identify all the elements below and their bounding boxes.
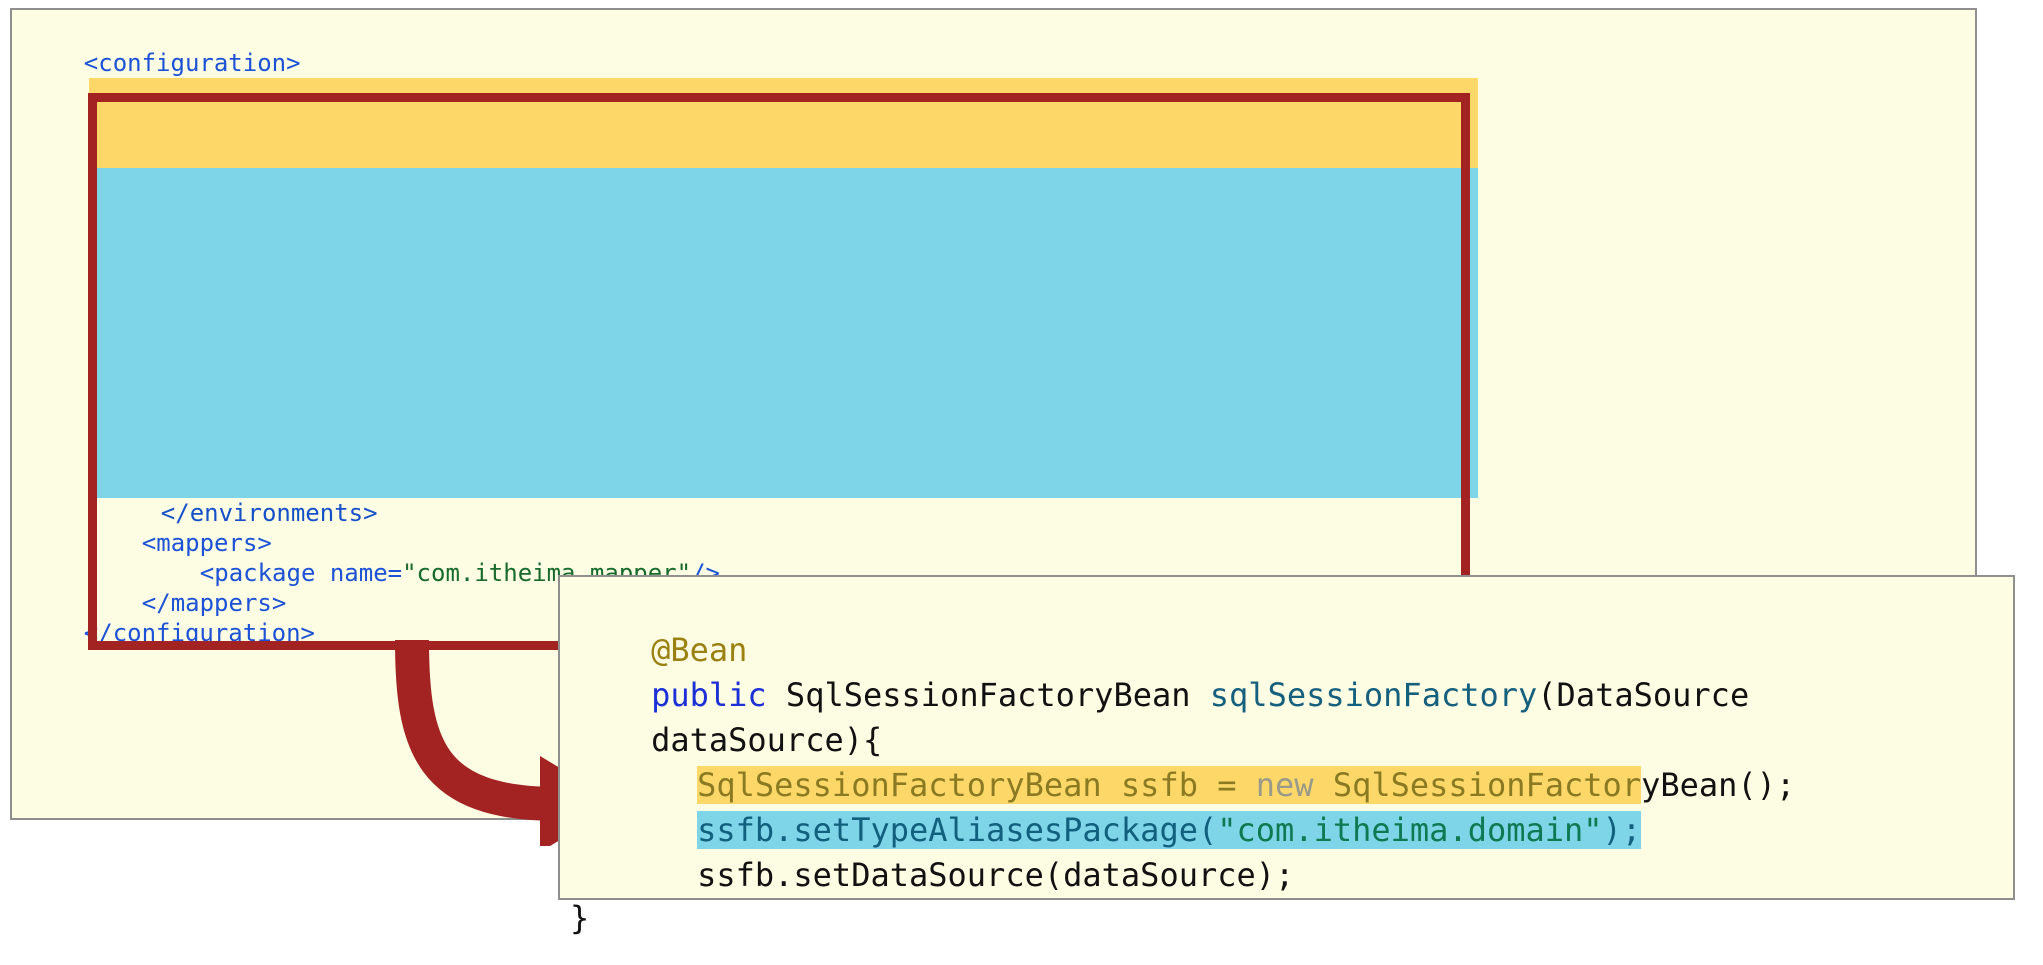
code-line: <package name="com.itheima.mapper"/> bbox=[12, 528, 1975, 587]
code-line-highlighted-yellow: <package name="com.itheima.domain"/> bbox=[89, 108, 1478, 167]
java-line-1: @Bean bbox=[651, 631, 748, 669]
code-line-highlighted-blue: </environment> bbox=[89, 438, 1478, 497]
java-line-7: return ssfb; bbox=[560, 853, 2013, 898]
java-line-3: dataSource){ bbox=[651, 721, 883, 759]
code-line-highlighted-blue: <transactionManager type="JDBC"></transa… bbox=[89, 228, 1478, 287]
code-line-highlighted-blue: <environment id="mysql"> bbox=[89, 198, 1478, 257]
code-line-highlighted-blue: </environments> bbox=[89, 468, 1478, 527]
code-line-highlighted-blue: </dataSource> bbox=[89, 408, 1478, 467]
java-line-4-highlighted-yellow: SqlSessionFactoryBean ssfb = new SqlSess… bbox=[697, 766, 1796, 804]
code-line: <configuration> bbox=[12, 18, 1975, 77]
java-line-6: ssfb.setDataSource(dataSource); bbox=[697, 856, 1295, 894]
java-line-5-highlighted-blue: ssfb.setTypeAliasesPackage("com.itheima.… bbox=[697, 811, 1642, 849]
code-line-highlighted-blue: <property name="driver" value="${jdbc.dr… bbox=[89, 288, 1478, 347]
code-line-highlighted-yellow: <typeAliases> bbox=[89, 78, 1478, 137]
code-line-highlighted-blue: <dataSource type="POOLED"> bbox=[89, 258, 1478, 317]
code-line-highlighted-blue: <property name="username" value="${jdbc.… bbox=[89, 348, 1478, 407]
xml-line-20: </configuration> bbox=[83, 619, 315, 647]
code-line: <properties resource="jdbc.properties"><… bbox=[12, 48, 1975, 107]
code-line: <mappers> bbox=[12, 498, 1975, 557]
java-closing-brace: } bbox=[570, 899, 590, 937]
java-code-panel: @Bean public SqlSessionFactoryBean sqlSe… bbox=[558, 575, 2015, 900]
code-line-highlighted-blue: <property name="password" value="${jdbc.… bbox=[89, 378, 1478, 437]
java-line-2: public SqlSessionFactoryBean sqlSessionF… bbox=[651, 676, 1750, 714]
code-line-highlighted-yellow: </typeAliases> bbox=[89, 138, 1478, 197]
code-line-highlighted-blue: <property name="url" value="${jdbc.url}"… bbox=[89, 318, 1478, 377]
code-line-highlighted-blue: <environments default="mysql"> bbox=[89, 168, 1478, 227]
